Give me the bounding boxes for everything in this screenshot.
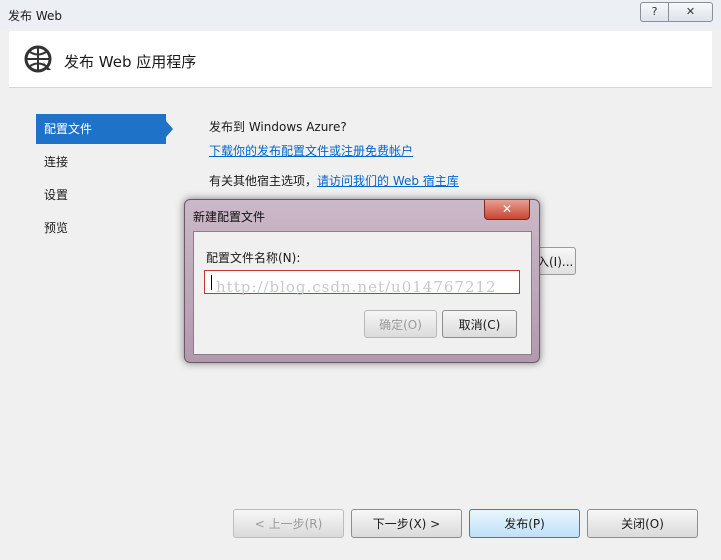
text-caret [211, 275, 212, 290]
wizard-header: 发布 Web 应用程序 [9, 31, 712, 88]
close-button[interactable]: 关闭(O) [587, 509, 698, 538]
dialog-body: 配置文件名称(N): http://blog.csdn.net/u0147672… [193, 231, 532, 355]
profile-name-label: 配置文件名称(N): [206, 251, 301, 265]
page-title: 发布 Web 应用程序 [64, 53, 197, 71]
nav-item-settings[interactable]: 设置 [36, 180, 166, 210]
nav-item-preview[interactable]: 预览 [36, 213, 166, 243]
other-host-row: 有关其他宿主选项，请访问我们的 Web 宿主库 [209, 172, 459, 189]
window-title: 发布 Web [8, 9, 62, 23]
publish-button[interactable]: 发布(P) [469, 509, 580, 538]
dialog-title: 新建配置文件 [193, 210, 266, 224]
title-bar: 发布 Web ? ✕ [0, 0, 721, 30]
web-host-gallery-link[interactable]: 请访问我们的 Web 宿主库 [317, 174, 459, 188]
window-close-button[interactable]: ✕ [668, 2, 713, 22]
next-button[interactable]: 下一步(X) > [351, 509, 462, 538]
other-host-text: 有关其他宿主选项， [209, 174, 318, 188]
watermark: http://blog.csdn.net/u014767212 [216, 278, 497, 296]
import-button[interactable]: 入(I)... [534, 247, 576, 275]
help-button[interactable]: ? [640, 2, 669, 22]
previous-button[interactable]: < 上一步(R) [233, 509, 344, 538]
azure-question: 发布到 Windows Azure? [209, 120, 347, 134]
cancel-button[interactable]: 取消(C) [442, 310, 517, 338]
download-profile-link[interactable]: 下载你的发布配置文件或注册免费帐户 [209, 142, 413, 159]
ok-button[interactable]: 确定(O) [364, 310, 437, 338]
globe-icon [24, 45, 52, 73]
nav-item-profile[interactable]: 配置文件 [36, 114, 173, 144]
new-profile-dialog: 新建配置文件 ✕ 配置文件名称(N): http://blog.csdn.net… [184, 199, 540, 363]
nav-item-connection[interactable]: 连接 [36, 147, 166, 177]
dialog-close-button[interactable]: ✕ [484, 200, 530, 220]
